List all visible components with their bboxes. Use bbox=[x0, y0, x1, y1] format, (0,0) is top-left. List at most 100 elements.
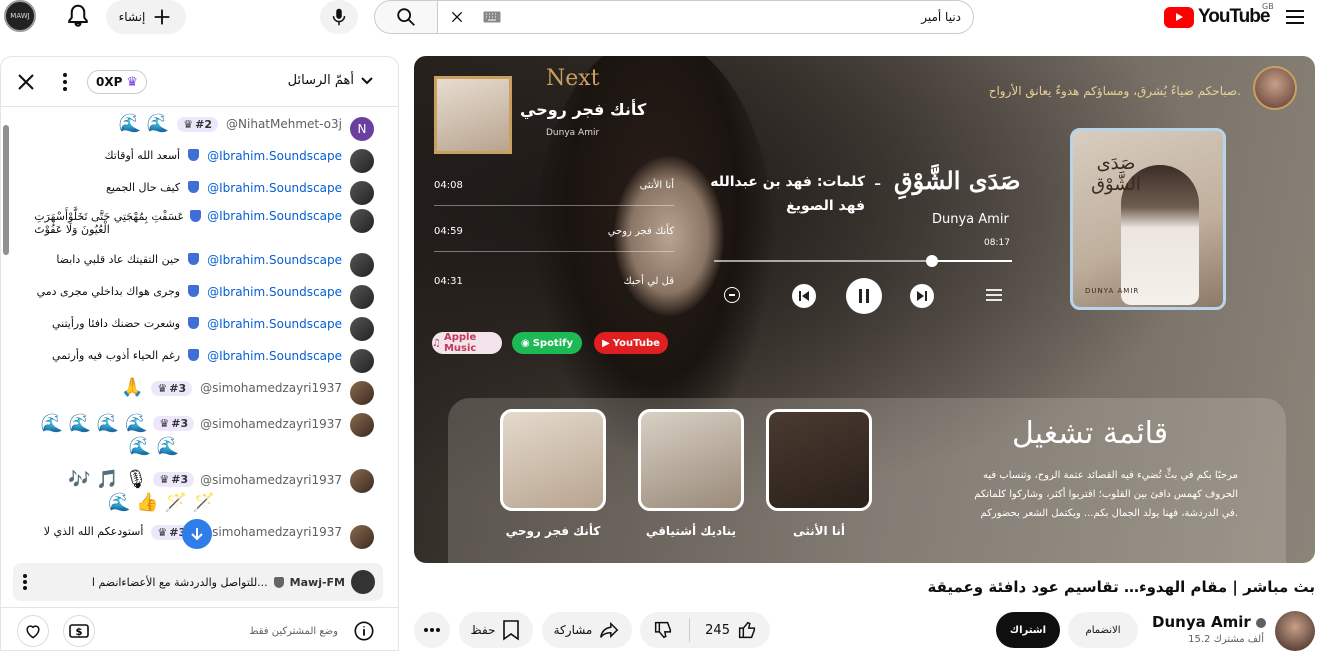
pause-button[interactable] bbox=[846, 278, 882, 314]
avatar[interactable] bbox=[350, 413, 374, 437]
rank-badge: ♛ #3 bbox=[151, 381, 193, 396]
avatar[interactable] bbox=[350, 317, 374, 341]
subscribers-only-notice: وضع المشتركين فقط bbox=[249, 626, 338, 637]
message-text: أستودعكم الله الذي لا bbox=[43, 525, 144, 538]
youtube-logo[interactable]: YouTube bbox=[1164, 4, 1270, 30]
author-name[interactable]: @Ibrahim.Soundscape bbox=[207, 181, 342, 195]
description-line: مرحبًا بكم في بثٍّ تُضيء فيه القصائد عتم… bbox=[982, 470, 1238, 481]
track-row[interactable]: 04:08 أنا الأنثى bbox=[434, 180, 674, 206]
author-name[interactable]: @Ibrahim.Soundscape bbox=[207, 349, 342, 363]
track-time: 04:31 bbox=[434, 276, 463, 287]
next-title: كأنك فجر روحي bbox=[520, 100, 647, 119]
rank-badge: ♛ #3 bbox=[153, 416, 195, 431]
chevron-down-icon bbox=[361, 76, 373, 84]
message-text: 🌊 🌊 🌊 🌊 bbox=[40, 413, 148, 434]
author-name[interactable]: @simohamedzayri1937 bbox=[200, 473, 342, 487]
next-button[interactable] bbox=[910, 284, 934, 308]
subscriber-count: 15.2 ألف مشترك bbox=[1188, 634, 1264, 645]
moderator-shield-icon bbox=[188, 181, 200, 193]
like-chat-button[interactable] bbox=[17, 615, 49, 647]
avatar[interactable] bbox=[350, 285, 374, 309]
author-name[interactable]: @simohamedzayri1937 bbox=[200, 381, 342, 395]
account-avatar[interactable]: MAWJ bbox=[4, 0, 36, 32]
scroll-to-bottom-button[interactable] bbox=[182, 519, 212, 549]
next-label: Next bbox=[546, 66, 600, 91]
track-row[interactable]: 04:31 قل لي أحبك bbox=[434, 276, 674, 301]
youtube-icon: ▶ bbox=[602, 337, 610, 349]
avatar[interactable] bbox=[350, 349, 374, 373]
join-button[interactable]: الانضمام bbox=[1068, 612, 1138, 648]
guide-menu-button[interactable] bbox=[1284, 6, 1306, 28]
channel-name-row[interactable]: Dunya Amir bbox=[1150, 613, 1266, 631]
avatar[interactable] bbox=[350, 381, 374, 405]
super-chat-button[interactable]: $ bbox=[63, 615, 95, 647]
notifications-button[interactable] bbox=[62, 2, 94, 32]
voice-search-button[interactable] bbox=[320, 0, 358, 34]
like-count: 245 bbox=[705, 622, 730, 638]
avatar[interactable]: N bbox=[350, 117, 374, 141]
author-name[interactable]: @simohamedzayri1937 bbox=[200, 525, 342, 539]
message-text: 🙏 bbox=[121, 377, 144, 398]
search-input[interactable]: دنيا أمير bbox=[437, 0, 974, 34]
track-row[interactable]: 04:59 كأنك فجر روحي bbox=[434, 226, 674, 252]
chat-mode-dropdown[interactable]: أهمّ الرسائل bbox=[288, 73, 374, 88]
video-player[interactable]: Next كأنك فجر روحي Dunya Amir صباحكم ضيا… bbox=[414, 56, 1315, 563]
xp-badge[interactable]: 0XP ♛ bbox=[87, 70, 148, 94]
moderator-shield-icon bbox=[188, 253, 200, 265]
author-name[interactable]: @Ibrahim.Soundscape bbox=[207, 253, 342, 267]
author-name[interactable]: @Ibrahim.Soundscape bbox=[207, 209, 342, 223]
more-actions-button[interactable] bbox=[414, 612, 450, 648]
crown-icon: ♛ bbox=[159, 417, 170, 430]
lyrics-credit: كلمات: فهد بن عبدالله bbox=[710, 174, 865, 190]
spotify-icon: ◉ bbox=[520, 337, 530, 349]
more-vert-icon[interactable] bbox=[61, 71, 69, 93]
avatar[interactable] bbox=[350, 469, 374, 493]
avatar[interactable] bbox=[350, 525, 374, 549]
avatar[interactable] bbox=[350, 253, 374, 277]
song-title: صَدَى الشَّوْقِ bbox=[894, 166, 1021, 195]
moderator-shield-icon bbox=[188, 317, 200, 329]
share-button[interactable]: مشاركة bbox=[542, 612, 632, 648]
avatar[interactable] bbox=[350, 149, 374, 173]
author-name[interactable]: @Ibrahim.Soundscape bbox=[207, 285, 342, 299]
subscribe-button[interactable]: اشتراك bbox=[996, 612, 1060, 648]
save-label: حفظ bbox=[470, 623, 496, 637]
message-text: حين التقيتك عاد قلبي دابضا bbox=[56, 253, 181, 266]
create-button[interactable]: إنشاء bbox=[106, 0, 186, 34]
share-icon bbox=[600, 621, 619, 639]
queue-icon[interactable] bbox=[986, 289, 1002, 301]
search-button[interactable] bbox=[374, 0, 438, 34]
dislike-icon[interactable] bbox=[652, 619, 674, 641]
playlist-thumb[interactable] bbox=[766, 409, 872, 511]
moderator-shield-icon bbox=[188, 149, 200, 161]
minus-button[interactable] bbox=[724, 287, 740, 303]
previous-button[interactable] bbox=[792, 284, 816, 308]
avatar[interactable] bbox=[350, 181, 374, 205]
close-icon[interactable] bbox=[17, 73, 35, 91]
more-vert-icon[interactable] bbox=[21, 572, 29, 592]
author-name[interactable]: @Ibrahim.Soundscape bbox=[207, 317, 342, 331]
message-text-continued: الْعُيُونَ وَلَا عَفُوْتَ bbox=[34, 223, 110, 236]
clear-icon[interactable] bbox=[449, 9, 465, 25]
avatar[interactable] bbox=[350, 209, 374, 233]
progress-track[interactable] bbox=[714, 255, 1012, 267]
playlist-thumb[interactable] bbox=[638, 409, 744, 511]
chat-message: @Ibrahim.Soundscape وجرى هواك بداخلي مجر… bbox=[37, 285, 374, 309]
like-button[interactable]: 245 bbox=[705, 619, 758, 641]
message-text: كيف حال الجميع bbox=[105, 181, 181, 194]
save-button[interactable]: حفظ bbox=[459, 612, 533, 648]
channel-avatar[interactable] bbox=[1275, 611, 1315, 651]
pinned-message[interactable]: Mawj-FM للتواصل والدردشة مع الأعضاءانضم … bbox=[13, 563, 383, 601]
author-name[interactable]: @simohamedzayri1937 bbox=[200, 417, 342, 431]
chat-scrollbar[interactable] bbox=[3, 125, 9, 255]
keyboard-icon[interactable] bbox=[483, 11, 501, 23]
logo-text: YouTube bbox=[1198, 6, 1270, 27]
playlist-description: مرحبًا بكم في بثٍّ تُضيء فيه القصائد عتم… bbox=[904, 466, 1238, 523]
rank-badge: ♛ #3 bbox=[153, 472, 195, 487]
share-label: مشاركة bbox=[553, 623, 593, 637]
author-name[interactable]: @NihatMehmet-o3j bbox=[226, 117, 342, 131]
info-button[interactable] bbox=[352, 619, 376, 643]
progress-knob[interactable] bbox=[925, 255, 938, 267]
playlist-thumb[interactable] bbox=[500, 409, 606, 511]
author-name[interactable]: @Ibrahim.Soundscape bbox=[207, 149, 342, 163]
